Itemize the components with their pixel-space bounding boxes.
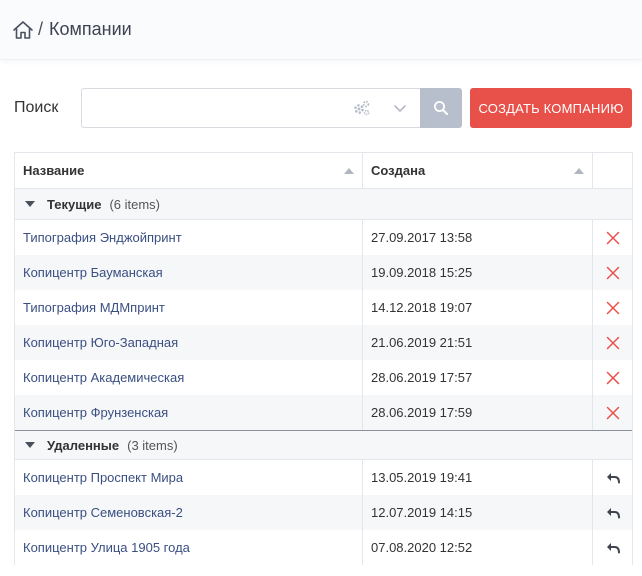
company-link[interactable]: Копицентр Проспект Мира	[23, 470, 183, 485]
group-count: (6 items)	[109, 196, 161, 212]
cell-name: Типография Энджойпринт	[15, 220, 363, 255]
company-link[interactable]: Копицентр Фрунзенская	[23, 405, 168, 420]
cell-created: 19.09.2018 15:25	[363, 255, 593, 290]
table-row: Копицентр Академическая 28.06.2019 17:57	[15, 360, 632, 395]
cell-name: Копицентр Бауманская	[15, 255, 363, 290]
cell-created: 14.12.2018 19:07	[363, 290, 593, 325]
cell-name: Копицентр Академическая	[15, 360, 363, 395]
caret-down-icon[interactable]	[25, 441, 35, 449]
cell-action	[593, 220, 632, 255]
cell-action	[593, 360, 632, 395]
table-header: Название Создана	[15, 153, 632, 189]
search-input[interactable]	[82, 89, 342, 127]
close-icon[interactable]	[605, 265, 621, 281]
cell-created: 28.06.2019 17:57	[363, 360, 593, 395]
sort-up-icon	[344, 167, 354, 174]
table-row: Типография Энджойпринт 27.09.2017 13:58	[15, 220, 632, 255]
search-label: Поиск	[14, 99, 59, 116]
company-link[interactable]: Типография МДМпринт	[23, 300, 165, 315]
sort-up-icon	[574, 167, 584, 174]
column-header-label: Название	[23, 163, 85, 178]
table-row: Копицентр Проспект Мира 13.05.2019 19:41	[15, 460, 632, 495]
cell-action	[593, 325, 632, 360]
group-title: Текущие	[47, 196, 102, 212]
table-row: Копицентр Семеновская-2 12.07.2019 14:15	[15, 495, 632, 530]
cell-action	[593, 460, 632, 495]
table-row: Типография МДМпринт 14.12.2018 19:07	[15, 290, 632, 325]
table-body: Текущие (6 items) Типография Энджойпринт 27…	[15, 189, 632, 565]
companies-table: Название Создана Текущие (6 items) Типогра…	[14, 152, 633, 565]
page-header: / Компании	[0, 0, 642, 60]
cell-name: Типография МДМпринт	[15, 290, 363, 325]
page-title: Компании	[49, 19, 132, 39]
undo-icon[interactable]	[605, 505, 621, 521]
company-link[interactable]: Копицентр Бауманская	[23, 265, 163, 280]
gears-icon[interactable]	[352, 98, 372, 118]
cell-name: Копицентр Фрунзенская	[15, 395, 363, 430]
search-bar: Поиск СОЗДАТЬ КОМПАНИЮ	[14, 88, 633, 128]
column-header-actions	[593, 153, 632, 188]
cell-action	[593, 495, 632, 530]
close-icon[interactable]	[605, 230, 621, 246]
table-row: Копицентр Улица 1905 года 07.08.2020 12:5…	[15, 530, 632, 565]
cell-created: 13.05.2019 19:41	[363, 460, 593, 495]
search-field[interactable]	[81, 88, 420, 128]
cell-action	[593, 395, 632, 430]
group-count: (3 items)	[127, 437, 178, 453]
close-icon[interactable]	[605, 405, 621, 421]
cell-created: 21.06.2019 21:51	[363, 325, 593, 360]
chevron-down-icon[interactable]	[392, 100, 408, 116]
company-link[interactable]: Копицентр Семеновская-2	[23, 505, 183, 520]
group-title: Удаленные	[47, 437, 120, 453]
home-icon[interactable]	[12, 19, 34, 41]
cell-name: Копицентр Семеновская-2	[15, 495, 363, 530]
cell-action	[593, 530, 632, 565]
close-icon[interactable]	[605, 370, 621, 386]
cell-action	[593, 290, 632, 325]
breadcrumb-separator: /	[38, 19, 44, 39]
cell-created: 27.09.2017 13:58	[363, 220, 593, 255]
column-header-name[interactable]: Название	[15, 153, 363, 188]
cell-created: 12.07.2019 14:15	[363, 495, 593, 530]
company-link[interactable]: Типография Энджойпринт	[23, 230, 182, 245]
search-button[interactable]	[420, 88, 462, 128]
table-row: Копицентр Юго-Западная 21.06.2019 21:51	[15, 325, 632, 360]
close-icon[interactable]	[605, 335, 621, 351]
cell-name: Копицентр Проспект Мира	[15, 460, 363, 495]
cell-name: Копицентр Улица 1905 года	[15, 530, 363, 565]
group-row[interactable]: Удаленные (3 items)	[15, 430, 632, 460]
table-row: Копицентр Фрунзенская 28.06.2019 17:59	[15, 395, 632, 430]
caret-down-icon[interactable]	[25, 200, 35, 208]
cell-created: 28.06.2019 17:59	[363, 395, 593, 430]
table-row: Копицентр Бауманская 19.09.2018 15:25	[15, 255, 632, 290]
close-icon[interactable]	[605, 300, 621, 316]
create-company-button[interactable]: СОЗДАТЬ КОМПАНИЮ	[470, 88, 632, 128]
cell-created: 07.08.2020 12:52	[363, 530, 593, 565]
company-link[interactable]: Копицентр Академическая	[23, 370, 184, 385]
company-link[interactable]: Копицентр Юго-Западная	[23, 335, 178, 350]
column-header-created[interactable]: Создана	[363, 153, 593, 188]
company-link[interactable]: Копицентр Улица 1905 года	[23, 540, 190, 555]
column-header-label: Создана	[371, 163, 426, 178]
undo-icon[interactable]	[605, 540, 621, 556]
cell-action	[593, 255, 632, 290]
search-icon	[433, 100, 449, 116]
undo-icon[interactable]	[605, 470, 621, 486]
cell-name: Копицентр Юго-Западная	[15, 325, 363, 360]
group-row[interactable]: Текущие (6 items)	[15, 189, 632, 220]
